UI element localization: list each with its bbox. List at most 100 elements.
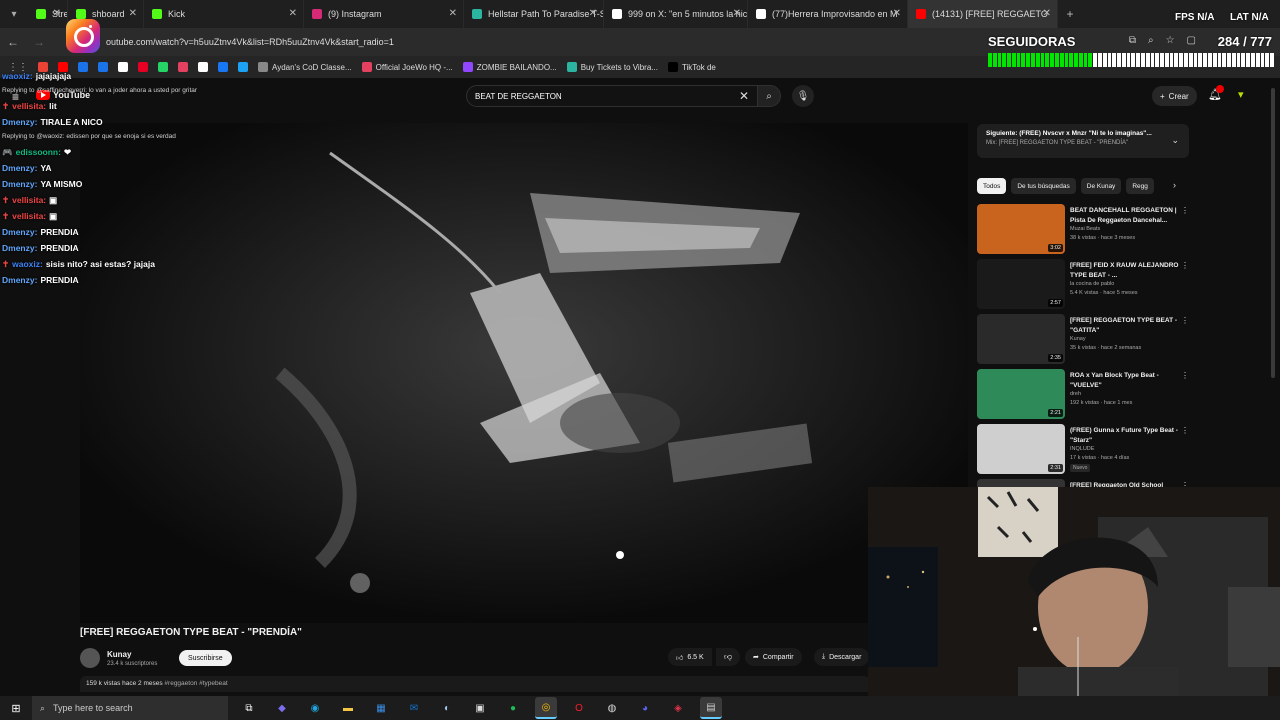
chevron-down-icon[interactable]: ⌄: [1171, 135, 1179, 146]
copilot-icon[interactable]: ◆: [271, 697, 293, 719]
progress-segment: [1035, 53, 1040, 67]
tab-favicon-icon: [472, 9, 482, 19]
video-hashtags[interactable]: #reggaeton #typebeat: [164, 680, 227, 687]
app-red-icon[interactable]: ◈: [667, 697, 689, 719]
file-explorer-icon[interactable]: ▬: [337, 697, 359, 719]
video-duration: 3:02: [1048, 244, 1063, 252]
chrome-icon[interactable]: ◎: [535, 697, 557, 719]
close-tab-icon[interactable]: ✕: [733, 8, 741, 19]
recommended-video[interactable]: 2:57 [FREE] FEID X RAUW ALEJANDRO TYPE BE…: [977, 259, 1189, 314]
store-icon[interactable]: ▦: [370, 697, 392, 719]
bookmark-item[interactable]: TikTok de: [667, 62, 716, 72]
chevron-right-icon[interactable]: ›: [1173, 180, 1176, 190]
close-tab-icon[interactable]: ✕: [129, 8, 137, 19]
opera-icon[interactable]: O: [568, 697, 590, 719]
tab-label: Kick: [168, 9, 186, 19]
bookmark-item[interactable]: ZOMBIE BAILANDO...: [462, 62, 557, 72]
recommended-video[interactable]: 2:21 ROA x Yan Block Type Beat - "VUELVE"…: [977, 369, 1189, 424]
task-view-icon[interactable]: ⧉: [238, 697, 260, 719]
scrollbar[interactable]: [1271, 88, 1275, 378]
progress-segment: [1160, 53, 1164, 67]
spotify-icon[interactable]: ●: [502, 697, 524, 719]
voice-search-button[interactable]: 🎙: [792, 85, 814, 107]
more-options-icon[interactable]: ⋮: [1181, 426, 1189, 435]
recommended-video[interactable]: 2:31 (FREE) Gunna x Future Type Beat - "S…: [977, 424, 1189, 479]
browser-tab[interactable]: (14131) [FREE] REGGAETO ✕: [908, 0, 1058, 28]
close-tab-icon[interactable]: ✕: [589, 8, 597, 19]
download-button[interactable]: ⤓ Descargar: [814, 648, 870, 666]
bookmark-item[interactable]: Buy Tickets to Vibra...: [566, 62, 658, 72]
windows-start-icon[interactable]: ⊞: [0, 702, 32, 715]
close-tab-icon[interactable]: ✕: [53, 8, 61, 19]
tab-label: Hellstar Path To Paradise T-Shi: [488, 9, 604, 19]
forward-arrow-icon[interactable]: →: [26, 35, 52, 49]
account-avatar[interactable]: ▾: [1238, 88, 1244, 101]
progress-segment: [1059, 53, 1064, 67]
create-button[interactable]: + Crear: [1152, 86, 1197, 106]
tab-search-icon[interactable]: ▾: [0, 0, 28, 28]
edge-icon[interactable]: ◉: [304, 697, 326, 719]
more-options-icon[interactable]: ⋮: [1181, 316, 1189, 325]
close-tab-icon[interactable]: ✕: [1043, 8, 1051, 19]
video-thumbnail[interactable]: 2:35: [977, 314, 1065, 364]
filter-chip[interactable]: Regg: [1126, 178, 1154, 194]
filter-chips: Todos De tus búsquedas De Kunay Regg: [977, 178, 1154, 194]
share-button[interactable]: ➦ Compartir: [745, 648, 802, 666]
video-meta: 192 k vistas · hace 1 mes: [1070, 400, 1133, 406]
clear-search-icon[interactable]: ✕: [739, 89, 749, 103]
video-channel: Kunay: [1070, 336, 1086, 342]
progress-segment: [1136, 53, 1140, 67]
chat-message: ✝ vellisita: lit: [2, 98, 322, 114]
steam-icon[interactable]: ◐: [436, 697, 458, 719]
filter-chip[interactable]: De tus búsquedas: [1011, 178, 1076, 194]
bookmark-item[interactable]: Official JoeWo HQ -...: [361, 62, 453, 72]
progress-segment: [1007, 53, 1011, 67]
subscribe-button[interactable]: Suscribirse: [179, 650, 232, 666]
close-tab-icon[interactable]: ✕: [289, 8, 297, 19]
video-thumbnail[interactable]: 2:31: [977, 424, 1065, 474]
obs-icon[interactable]: ◍: [601, 697, 623, 719]
filter-chip[interactable]: De Kunay: [1080, 178, 1122, 194]
progress-segment: [1188, 53, 1193, 67]
channel-name[interactable]: Kunay: [107, 650, 131, 659]
browser-tab[interactable]: 999 on X: "en 5 minutos la hice ✕: [604, 0, 748, 28]
browser-tab[interactable]: (77)Herrera Improvisando en M ✕: [748, 0, 908, 28]
taskbar-search[interactable]: ⌕ Type here to search: [32, 696, 228, 720]
more-options-icon[interactable]: ⋮: [1181, 371, 1189, 380]
browser-tab[interactable]: Kick ✕: [144, 0, 304, 28]
filter-chip[interactable]: Todos: [977, 178, 1007, 194]
video-thumbnail[interactable]: 3:02: [977, 204, 1065, 254]
progress-segment: [1169, 53, 1174, 67]
search-input[interactable]: BEAT DE REGGAETON ✕: [466, 85, 758, 107]
progress-segment: [988, 53, 992, 67]
more-options-icon[interactable]: ⋮: [1181, 261, 1189, 270]
browser-tab[interactable]: Stre ✕: [28, 0, 68, 28]
more-options-icon[interactable]: ⋮: [1181, 206, 1189, 215]
epic-icon[interactable]: ▣: [469, 697, 491, 719]
browser-tab[interactable]: (9) Instagram ✕: [304, 0, 464, 28]
app-green-icon[interactable]: ▤: [700, 697, 722, 719]
chat-text: ▣: [49, 195, 58, 205]
video-thumbnail[interactable]: 2:57: [977, 259, 1065, 309]
close-tab-icon[interactable]: ✕: [449, 8, 457, 19]
close-tab-icon[interactable]: ✕: [893, 8, 901, 19]
channel-avatar[interactable]: [80, 648, 100, 668]
chat-username: vellisita:: [12, 101, 47, 111]
recommended-video[interactable]: 3:02 BEAT DANCEHALL REGGAETON | Pista De …: [977, 204, 1189, 259]
back-arrow-icon[interactable]: ←: [0, 35, 26, 49]
tab-favicon-icon: [36, 9, 46, 19]
browser-tab[interactable]: Hellstar Path To Paradise T-Shi ✕: [464, 0, 604, 28]
dislike-button[interactable]: 👎︎: [716, 648, 740, 666]
recommended-video[interactable]: 2:35 [FREE] REGGAETON TYPE BEAT - "GATITA…: [977, 314, 1189, 369]
like-button[interactable]: 👍︎ 6.5 K: [668, 648, 712, 666]
description-box[interactable]: 159 k vistas hace 2 meses #reggaeton #ty…: [80, 676, 870, 692]
outlook-icon[interactable]: ✉: [403, 697, 425, 719]
progress-segment: [1184, 53, 1188, 67]
new-tab-button[interactable]: +: [1058, 7, 1082, 21]
up-next-panel[interactable]: Siguiente: (FREE) Nvscvr x Mnzr "Ni te l…: [977, 124, 1189, 158]
url-field[interactable]: outube.com/watch?v=h5uuZtnv4Vk&list=RDh5…: [106, 37, 394, 47]
video-thumbnail[interactable]: 2:21: [977, 369, 1065, 419]
search-button[interactable]: ⌕: [757, 85, 781, 107]
chat-username: Dmenzy:: [2, 243, 38, 253]
discord-icon[interactable]: ◕: [634, 697, 656, 719]
